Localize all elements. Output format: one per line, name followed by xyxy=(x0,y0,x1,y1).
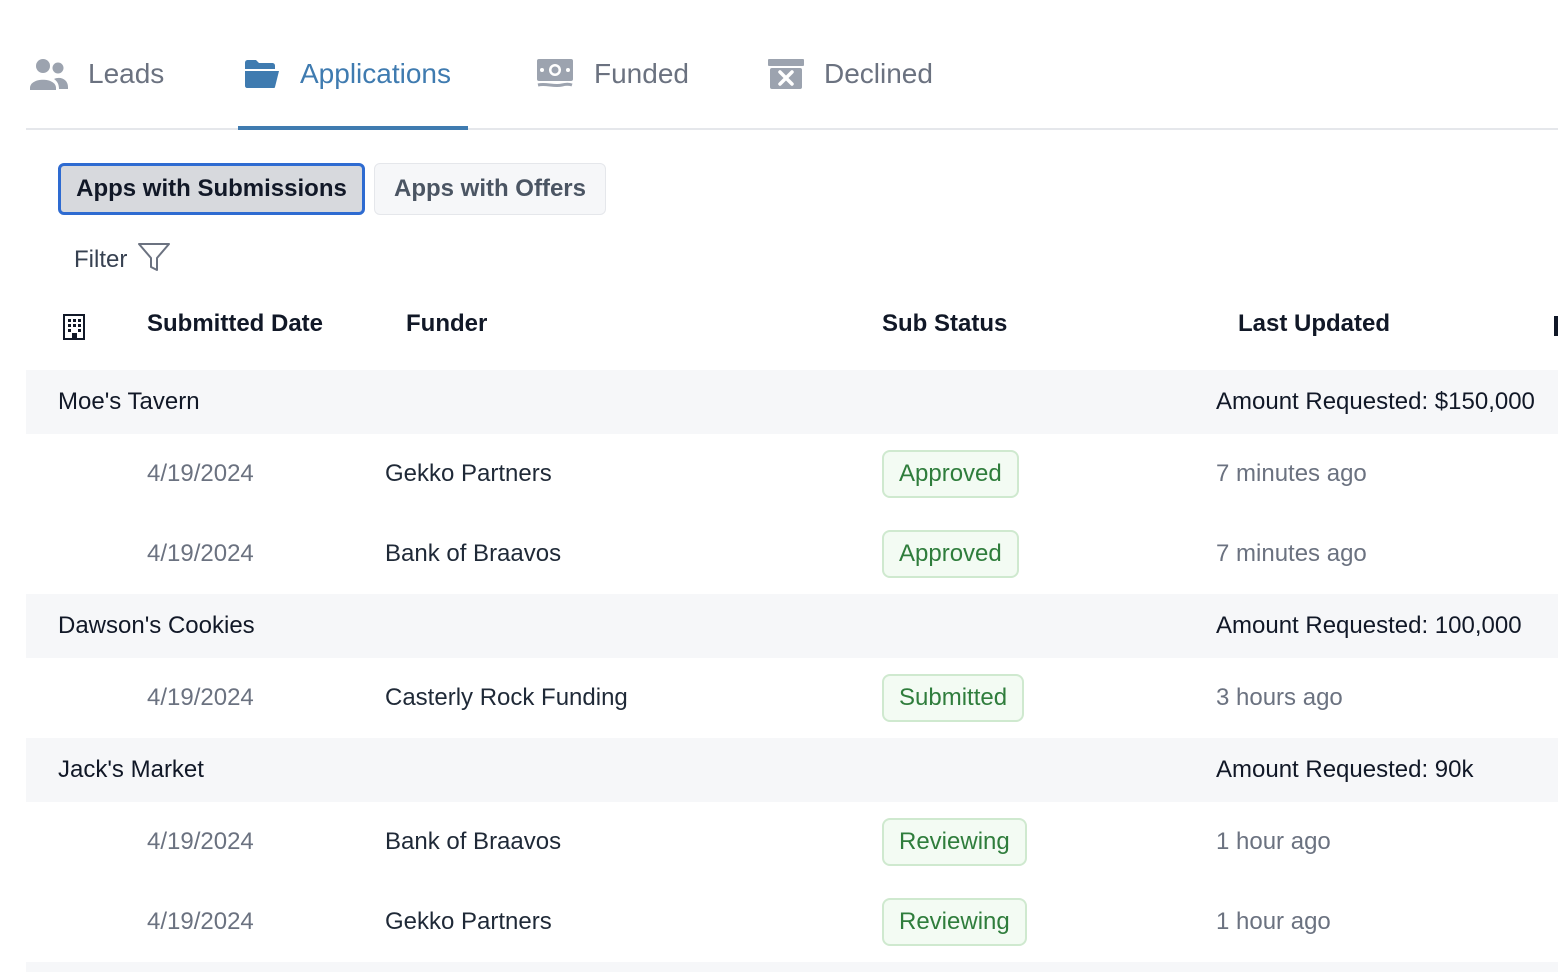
group-row[interactable]: Dawson's Cookies Amount Requested: 100,0… xyxy=(26,594,1558,658)
group-amount: Amount Requested: 90k xyxy=(1216,756,1474,783)
table-row[interactable]: 4/19/2024 Gekko Partners Reviewing 1 hou… xyxy=(26,882,1558,962)
last-updated: 7 minutes ago xyxy=(1216,460,1367,487)
building-icon xyxy=(62,314,86,345)
group-row[interactable]: Moe's Tavern Amount Requested: $150,000 xyxy=(26,370,1558,434)
submitted-date: 4/19/2024 xyxy=(147,908,254,935)
tab-applications[interactable]: Applications xyxy=(244,50,451,98)
group-name: Jack's Market xyxy=(58,756,204,783)
last-updated: 7 minutes ago xyxy=(1216,540,1367,567)
apps-with-offers-button[interactable]: Apps with Offers xyxy=(374,163,606,215)
status-badge: Reviewing xyxy=(882,818,1027,866)
funder-name: Bank of Braavos xyxy=(385,540,562,567)
filter-label: Filter xyxy=(74,246,128,273)
nav-tabs: Leads Applications Funded Declined xyxy=(26,0,1558,130)
column-last-updated[interactable]: Last Updated xyxy=(1238,310,1390,338)
tab-declined[interactable]: Declined xyxy=(768,50,933,98)
archive-x-icon xyxy=(768,58,804,90)
submitted-date: 4/19/2024 xyxy=(147,540,254,567)
submitted-date: 4/19/2024 xyxy=(147,460,254,487)
status-badge: Approved xyxy=(882,450,1019,498)
column-divider xyxy=(1554,316,1558,336)
users-icon xyxy=(30,57,68,91)
tab-applications-label: Applications xyxy=(300,58,451,89)
tab-leads[interactable]: Leads xyxy=(30,50,164,98)
table-row[interactable]: 4/19/2024 Bank of Braavos Reviewing 1 ho… xyxy=(26,802,1558,882)
last-updated: 1 hour ago xyxy=(1216,908,1331,935)
submitted-date: 4/19/2024 xyxy=(147,828,254,855)
column-submitted-date[interactable]: Submitted Date xyxy=(147,310,323,338)
table-row[interactable]: 4/19/2024 Bank of Braavos Approved 7 min… xyxy=(26,514,1558,594)
submitted-date: 4/19/2024 xyxy=(147,684,254,711)
table-header: Submitted Date Funder Sub Status Last Up… xyxy=(26,300,1558,354)
tab-funded-label: Funded xyxy=(594,58,689,89)
tab-funded[interactable]: Funded xyxy=(536,50,689,98)
group-name: Moe's Tavern xyxy=(58,388,200,415)
apps-with-submissions-button[interactable]: Apps with Submissions xyxy=(58,163,365,215)
tab-leads-label: Leads xyxy=(88,58,165,89)
folder-open-icon xyxy=(244,59,280,89)
group-name: Dawson's Cookies xyxy=(58,612,255,639)
status-badge: Approved xyxy=(882,530,1019,578)
group-amount: Amount Requested: $150,000 xyxy=(1216,388,1535,415)
next-group-row-partial xyxy=(26,962,1558,972)
status-badge: Reviewing xyxy=(882,898,1027,946)
tab-declined-label: Declined xyxy=(824,58,933,89)
table-row[interactable]: 4/19/2024 Casterly Rock Funding Submitte… xyxy=(26,658,1558,738)
column-funder[interactable]: Funder xyxy=(406,310,487,338)
funder-name: Bank of Braavos xyxy=(385,828,562,855)
column-sub-status[interactable]: Sub Status xyxy=(882,310,1007,338)
filter-button[interactable]: Filter xyxy=(74,240,171,280)
filter-icon xyxy=(137,240,171,281)
group-amount: Amount Requested: 100,000 xyxy=(1216,612,1522,639)
funder-name: Gekko Partners xyxy=(385,460,552,487)
last-updated: 1 hour ago xyxy=(1216,828,1331,855)
funder-name: Casterly Rock Funding xyxy=(385,684,628,711)
table-row[interactable]: 4/19/2024 Gekko Partners Approved 7 minu… xyxy=(26,434,1558,514)
group-row[interactable]: Jack's Market Amount Requested: 90k xyxy=(26,738,1558,802)
active-tab-indicator xyxy=(238,126,468,130)
funder-name: Gekko Partners xyxy=(385,908,552,935)
status-badge: Submitted xyxy=(882,674,1025,722)
money-icon xyxy=(536,58,574,90)
last-updated: 3 hours ago xyxy=(1216,684,1343,711)
